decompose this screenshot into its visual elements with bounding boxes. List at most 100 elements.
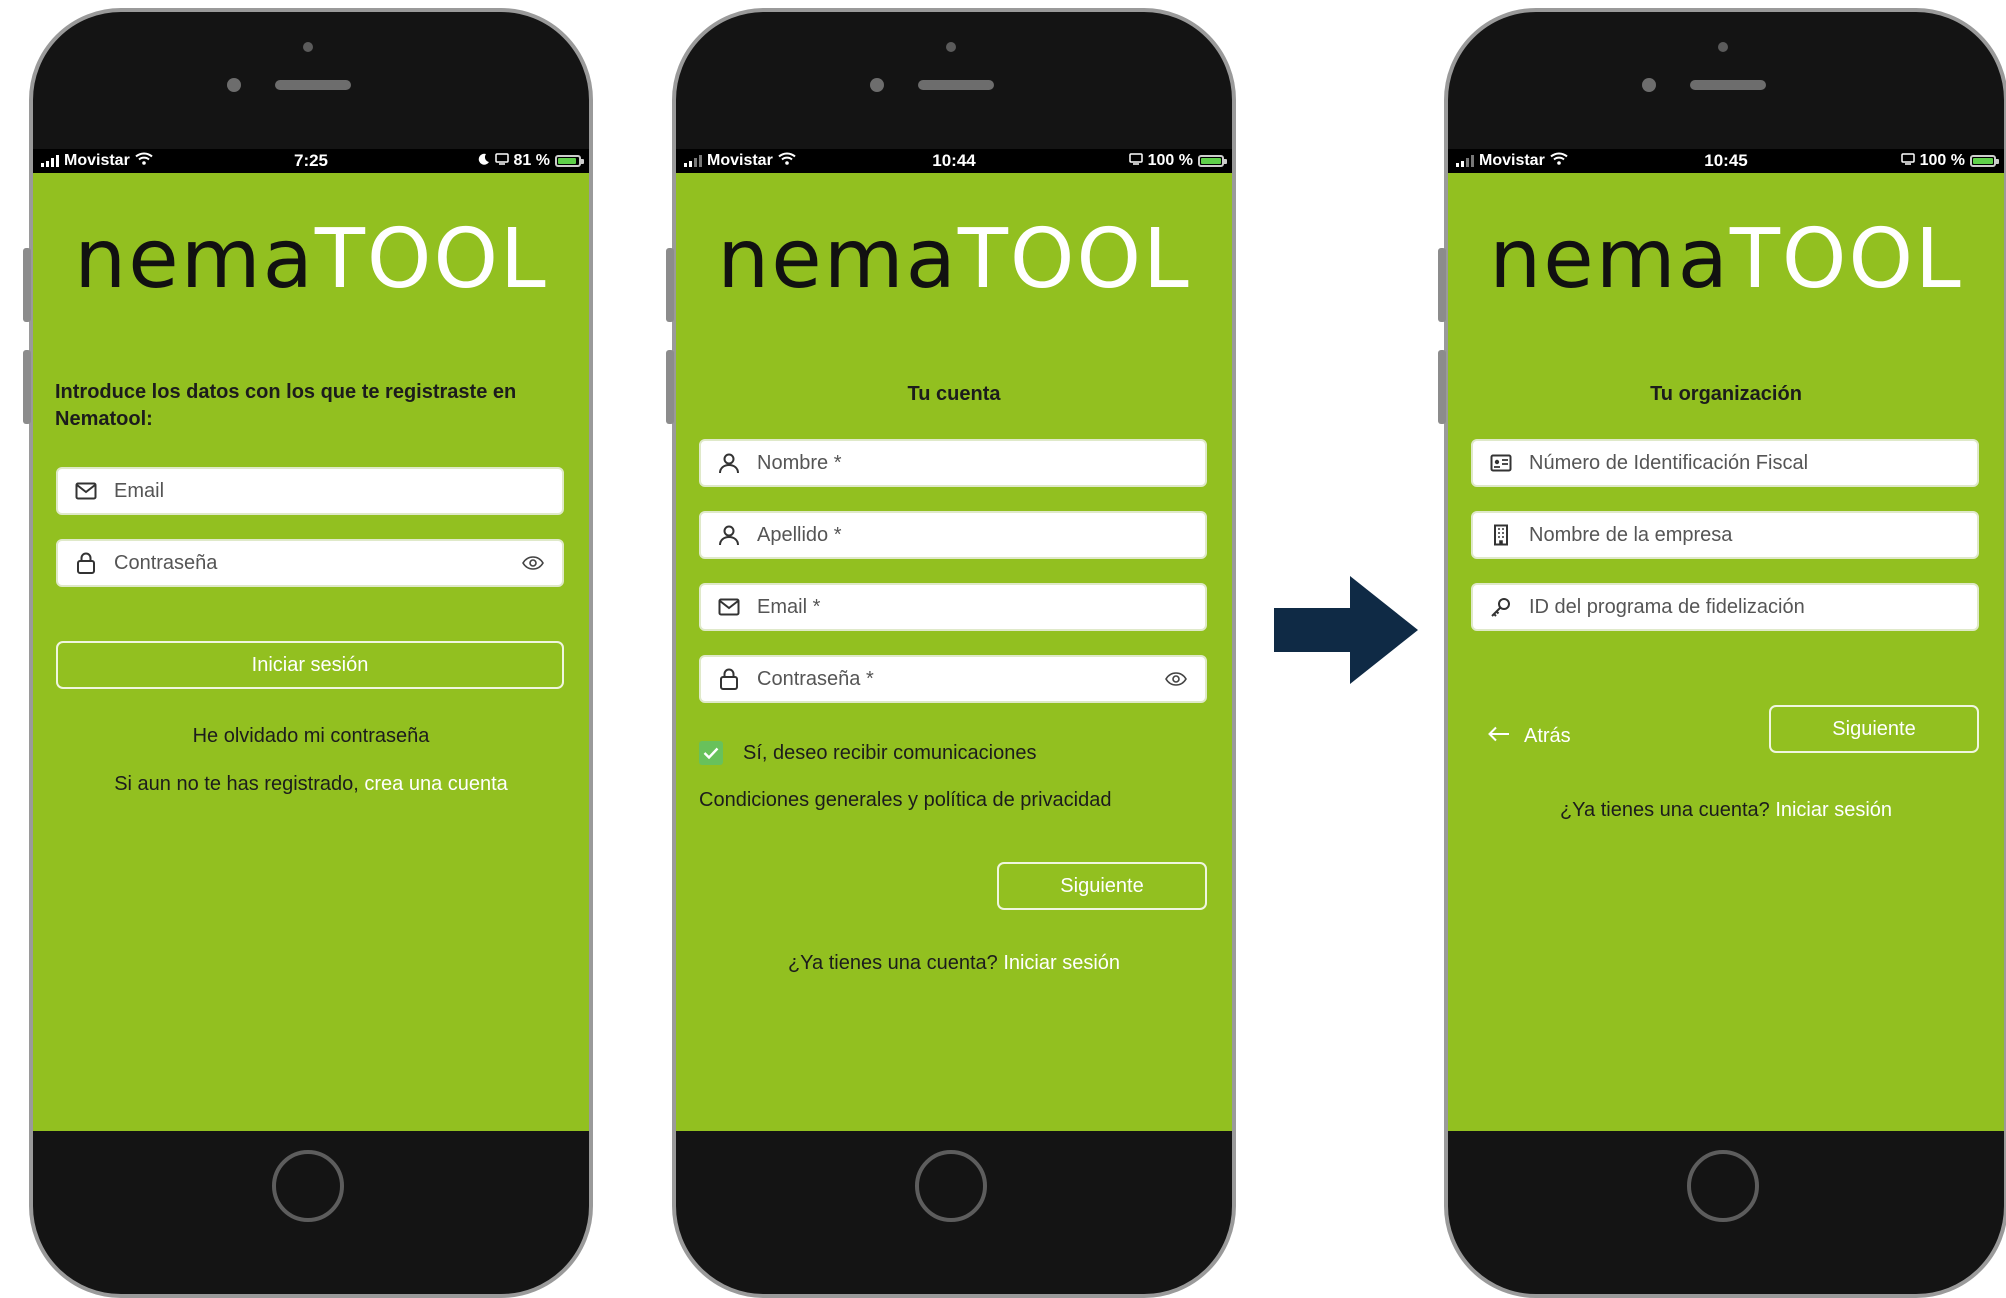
loyalty-id-placeholder: ID del programa de fidelización <box>1529 595 1805 618</box>
proximity-sensor <box>1642 78 1656 92</box>
email-placeholder: Email * <box>757 595 821 618</box>
loyalty-id-field[interactable]: ID del programa de fidelización <box>1471 583 1979 631</box>
proximity-sensor <box>227 78 241 92</box>
home-button[interactable] <box>915 1150 987 1222</box>
signal-icon <box>1456 155 1474 167</box>
check-icon <box>703 747 719 759</box>
volume-up-button <box>23 248 31 322</box>
back-label: Atrás <box>1524 725 1571 747</box>
company-name-field[interactable]: Nombre de la empresa <box>1471 511 1979 559</box>
communications-label: Sí, deseo recibir comunicaciones <box>743 741 1037 764</box>
moon-icon <box>478 152 490 170</box>
battery-icon <box>1198 155 1227 167</box>
show-password-icon[interactable] <box>1163 672 1189 686</box>
wifi-icon <box>778 152 796 170</box>
screen-mirroring-icon <box>494 152 509 170</box>
battery-percent: 81 % <box>513 152 550 169</box>
back-button[interactable]: Atrás <box>1488 725 1571 748</box>
key-icon <box>1489 595 1513 619</box>
terms-link[interactable]: Condiciones generales y política de priv… <box>699 789 1232 812</box>
communications-checkbox-row[interactable]: Sí, deseo recibir comunicaciones <box>699 741 1036 765</box>
register-text: Si aun no te has registrado, <box>114 773 359 795</box>
envelope-icon <box>717 595 741 619</box>
company-name-placeholder: Nombre de la empresa <box>1529 523 1733 546</box>
have-account-text: ¿Ya tienes una cuenta? <box>787 952 998 974</box>
home-button[interactable] <box>1687 1150 1759 1222</box>
clock-label: 10:44 <box>932 151 976 170</box>
have-account-text: ¿Ya tienes una cuenta? <box>1559 799 1770 821</box>
status-bar: Movistar 10:44 100 % <box>676 149 1232 173</box>
password-field[interactable]: Contraseña * <box>699 655 1207 703</box>
carrier-label: Movistar <box>1479 152 1545 169</box>
nematool-logo: nemaTOOL <box>1489 212 1963 307</box>
volume-down-button <box>1438 350 1446 424</box>
id-card-icon <box>1489 451 1513 475</box>
email-placeholder: Email <box>114 479 165 502</box>
earpiece-speaker <box>275 80 351 90</box>
phone-login: nemaTOOL Introduce los datos con los que… <box>23 8 593 1298</box>
password-placeholder: Contraseña <box>114 551 218 574</box>
have-account-prompt: ¿Ya tienes una cuenta? Iniciar sesión <box>676 952 1232 975</box>
status-bar: Movistar 7:25 81 % <box>33 149 589 173</box>
screen-mirroring-icon <box>1900 152 1915 170</box>
battery-percent: 100 % <box>1147 152 1193 169</box>
proximity-sensor <box>870 78 884 92</box>
home-button[interactable] <box>272 1150 344 1222</box>
lock-icon <box>74 551 98 575</box>
building-icon <box>1489 523 1513 547</box>
nematool-logo: nemaTOOL <box>74 212 548 307</box>
next-step-arrow-icon <box>1274 576 1418 689</box>
phone-organization: nemaTOOL Tu organización Número de Ident… <box>1438 8 2006 1298</box>
login-screen: nemaTOOL Introduce los datos con los que… <box>33 149 589 1131</box>
have-account-prompt: ¿Ya tienes una cuenta? Iniciar sesión <box>1448 799 2004 822</box>
create-account-link[interactable]: crea una cuenta <box>364 773 507 795</box>
volume-down-button <box>666 350 674 424</box>
tax-id-placeholder: Número de Identificación Fiscal <box>1529 451 1809 474</box>
user-icon <box>717 451 741 475</box>
clock-label: 10:45 <box>1704 151 1748 170</box>
status-bar: Movistar 10:45 100 % <box>1448 149 2004 173</box>
account-screen: nemaTOOL Tu cuenta Nombre * Apellido * E… <box>676 149 1232 1131</box>
first-name-field[interactable]: Nombre * <box>699 439 1207 487</box>
carrier-label: Movistar <box>707 152 773 169</box>
email-field[interactable]: Email * <box>699 583 1207 631</box>
volume-down-button <box>23 350 31 424</box>
page-title: Tu organización <box>1650 383 1802 405</box>
login-link[interactable]: Iniciar sesión <box>1775 799 1892 821</box>
page-title: Tu cuenta <box>907 383 1001 405</box>
login-intro-text: Introduce los datos con los que te regis… <box>55 381 517 430</box>
earpiece-speaker <box>918 80 994 90</box>
next-button[interactable]: Siguiente <box>1769 705 1979 753</box>
envelope-icon <box>74 479 98 503</box>
earpiece-speaker <box>1690 80 1766 90</box>
battery-icon <box>1970 155 1999 167</box>
user-icon <box>717 523 741 547</box>
show-password-icon[interactable] <box>520 556 546 570</box>
last-name-field[interactable]: Apellido * <box>699 511 1207 559</box>
register-prompt: Si aun no te has registrado, crea una cu… <box>33 773 589 796</box>
password-field[interactable]: Contraseña <box>56 539 564 587</box>
lock-icon <box>717 667 741 691</box>
organization-screen: nemaTOOL Tu organización Número de Ident… <box>1448 149 2004 1131</box>
first-name-placeholder: Nombre * <box>757 451 842 474</box>
communications-checkbox[interactable] <box>699 741 723 765</box>
arrow-left-icon <box>1488 725 1510 748</box>
phone-account: nemaTOOL Tu cuenta Nombre * Apellido * E… <box>666 8 1236 1298</box>
nematool-logo: nemaTOOL <box>717 212 1191 307</box>
clock-label: 7:25 <box>293 151 329 170</box>
wifi-icon <box>1550 152 1568 170</box>
next-button[interactable]: Siguiente <box>997 862 1207 910</box>
password-placeholder: Contraseña * <box>757 667 874 690</box>
signal-icon <box>684 155 702 167</box>
forgot-password-link[interactable]: He olvidado mi contraseña <box>33 725 589 748</box>
front-camera <box>303 42 313 52</box>
screen-mirroring-icon <box>1128 152 1143 170</box>
email-field[interactable]: Email <box>56 467 564 515</box>
signal-icon <box>41 155 59 167</box>
wifi-icon <box>135 152 153 170</box>
battery-icon <box>555 155 584 167</box>
volume-up-button <box>666 248 674 322</box>
tax-id-field[interactable]: Número de Identificación Fiscal <box>1471 439 1979 487</box>
login-button[interactable]: Iniciar sesión <box>56 641 564 689</box>
login-link[interactable]: Iniciar sesión <box>1003 952 1120 974</box>
